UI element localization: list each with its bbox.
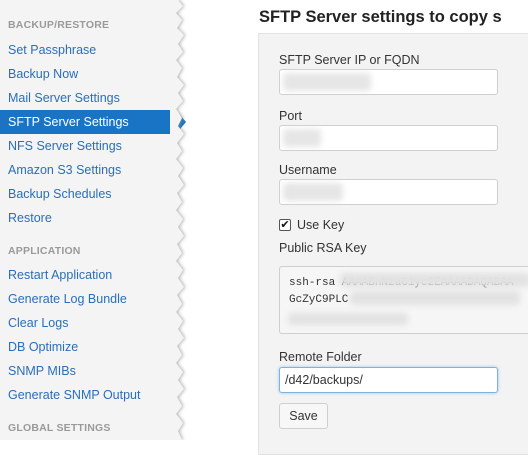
nav-item-clear-logs[interactable]: Clear Logs bbox=[0, 311, 176, 335]
nav-item-set-passphrase[interactable]: Set Passphrase bbox=[0, 38, 176, 62]
nav-item-snmp-mibs[interactable]: SNMP MIBs bbox=[0, 359, 176, 383]
save-button[interactable]: Save bbox=[279, 403, 328, 429]
use-key-checkbox[interactable]: ✔ bbox=[279, 219, 291, 231]
port-label: Port bbox=[279, 109, 302, 123]
page-title: SFTP Server settings to copy s bbox=[259, 8, 502, 26]
redacted-key-1 bbox=[340, 273, 528, 287]
nav-item-backup-schedules[interactable]: Backup Schedules bbox=[0, 182, 176, 206]
section-heading-application: APPLICATION bbox=[8, 245, 81, 257]
remote-folder-label: Remote Folder bbox=[279, 350, 362, 364]
sidebar: BACKUP/RESTORE Set Passphrase Backup Now… bbox=[0, 0, 186, 440]
nav-item-backup-now[interactable]: Backup Now bbox=[0, 62, 176, 86]
torn-edge-decoration bbox=[170, 0, 184, 440]
nav-item-generate-log-bundle[interactable]: Generate Log Bundle bbox=[0, 287, 176, 311]
nav-item-sftp-server-settings[interactable]: SFTP Server Settings bbox=[0, 110, 186, 134]
public-key-label: Public RSA Key bbox=[279, 241, 367, 255]
section-heading-global-settings: GLOBAL SETTINGS bbox=[8, 422, 111, 434]
username-label: Username bbox=[279, 163, 337, 177]
nav-item-restore[interactable]: Restore bbox=[0, 206, 176, 230]
nav-item-amazon-s3-settings[interactable]: Amazon S3 Settings bbox=[0, 158, 176, 182]
server-label: SFTP Server IP or FQDN bbox=[279, 53, 420, 67]
redacted-port bbox=[283, 129, 321, 147]
nav-item-generate-snmp-output[interactable]: Generate SNMP Output bbox=[0, 383, 176, 407]
remote-folder-input[interactable]: /d42/backups/ bbox=[279, 367, 498, 393]
public-key-textarea[interactable]: ssh-rsa AAAABnNzaC1yc2EAAAADAQABAA GcZyC… bbox=[279, 266, 528, 334]
nav-item-mail-server-settings[interactable]: Mail Server Settings bbox=[0, 86, 176, 110]
redacted-username bbox=[283, 183, 343, 201]
nav-item-nfs-server-settings[interactable]: NFS Server Settings bbox=[0, 134, 176, 158]
nav-item-db-optimize[interactable]: DB Optimize bbox=[0, 335, 176, 359]
use-key-label: Use Key bbox=[297, 218, 345, 232]
redacted-server bbox=[283, 73, 371, 91]
redacted-key-2 bbox=[350, 291, 520, 305]
nav-item-restart-application[interactable]: Restart Application bbox=[0, 263, 176, 287]
redacted-key-3 bbox=[288, 313, 408, 325]
section-heading-backup-restore: BACKUP/RESTORE bbox=[8, 19, 110, 31]
public-key-line-2: GcZyC9PLC bbox=[289, 294, 349, 306]
